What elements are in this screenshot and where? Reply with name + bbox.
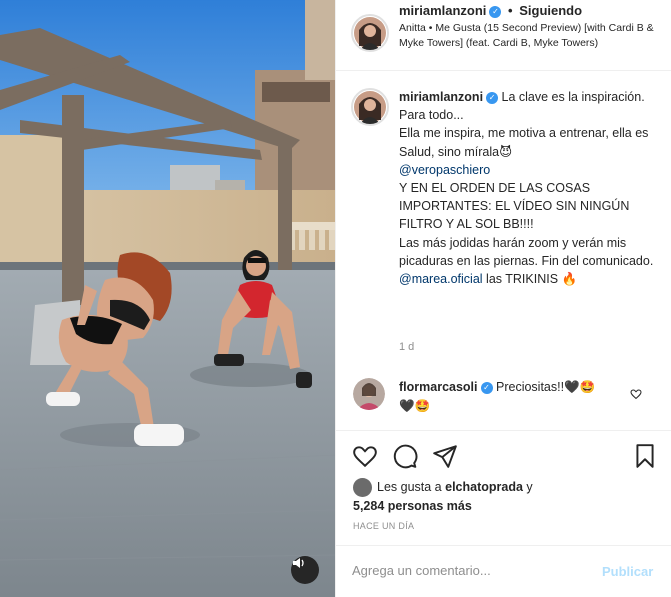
post-video[interactable]	[0, 0, 335, 597]
author-username[interactable]: miriamlanzoni	[399, 3, 486, 18]
comment-body: Preciositas!!	[496, 380, 565, 394]
black-heart-emoji: 🖤	[564, 380, 580, 394]
speaker-icon	[293, 558, 304, 568]
mention-link[interactable]: @marea.oficial	[399, 272, 483, 286]
caption-avatar[interactable]	[351, 88, 389, 126]
post-header: miriamlanzoni ✓ • Siguiendo Anitta • Me G…	[336, 0, 671, 71]
liker-username[interactable]: elchatoprada	[445, 480, 523, 494]
header-user-line: miriamlanzoni ✓ • Siguiendo	[399, 3, 582, 18]
likes-conjunction: y	[526, 480, 533, 494]
paper-plane-icon[interactable]	[432, 443, 458, 469]
post-date[interactable]: HACE UN DÍA	[353, 521, 414, 531]
caption-line: Para todo...	[399, 108, 464, 123]
bookmark-icon[interactable]	[632, 443, 658, 469]
avatar-photo	[354, 91, 386, 124]
verified-badge-icon: ✓	[480, 381, 493, 394]
audio-toggle-button[interactable]	[291, 556, 319, 584]
caption-line: Y EN EL ORDEN DE LAS COSAS IMPORTANTES: …	[399, 181, 630, 232]
likes-count[interactable]: 5,284 personas más	[353, 499, 472, 513]
caption-username[interactable]: miriamlanzoni	[399, 90, 483, 104]
verified-badge-icon: ✓	[486, 91, 499, 104]
caption-line: La clave es la inspiración.	[501, 90, 645, 104]
commenter-username[interactable]: flormarcasoli	[399, 380, 478, 394]
audio-track-link[interactable]: Anitta • Me Gusta (15 Second Preview) [w…	[399, 21, 669, 51]
verified-badge-icon: ✓	[489, 5, 502, 18]
heart-icon[interactable]	[352, 443, 378, 469]
comment-icon[interactable]	[392, 443, 418, 469]
liker-avatar[interactable]	[353, 478, 372, 498]
separator-dot: •	[508, 3, 513, 18]
devil-emoji: 😈	[499, 144, 513, 159]
publish-comment-button[interactable]: Publicar	[602, 564, 653, 579]
fire-emoji: 🔥	[561, 272, 578, 287]
star-eyes-emoji: 🤩	[579, 380, 596, 394]
post-details-panel: miriamlanzoni ✓ • Siguiendo Anitta • Me G…	[335, 0, 671, 597]
add-comment-bar: Publicar	[336, 545, 671, 597]
caption-line: las TRIKINIS	[486, 272, 559, 287]
avatar-photo	[353, 378, 385, 410]
star-eyes-emoji: 🤩	[414, 399, 431, 413]
caption-time-ago[interactable]: 1 d	[399, 341, 414, 353]
video-frame	[0, 0, 335, 597]
likes-prefix: Les gusta a	[377, 480, 442, 494]
caption-line: Las más jodidas harán zoom y verán mis p…	[399, 235, 654, 268]
black-heart-emoji: 🖤	[399, 399, 415, 413]
comment-input[interactable]	[352, 563, 577, 578]
caption-text: miriamlanzoni ✓ La clave es la inspiració…	[399, 88, 669, 288]
likes-summary: Les gusta a elchatoprada y 5,284 persona…	[353, 478, 533, 516]
comment-text: flormarcasoli ✓ Preciositas!!🖤🤩 🖤🤩	[399, 378, 639, 416]
avatar-photo	[354, 17, 386, 50]
commenter-avatar[interactable]	[353, 378, 385, 410]
caption-line: Ella me inspira, me motiva a entrenar, e…	[399, 126, 649, 159]
comment-like-icon[interactable]	[630, 388, 642, 400]
post-actions: Les gusta a elchatoprada y 5,284 persona…	[336, 430, 671, 540]
author-avatar[interactable]	[351, 14, 389, 52]
mention-link[interactable]: @veropaschiero	[399, 163, 490, 177]
following-status[interactable]: Siguiendo	[519, 3, 582, 18]
